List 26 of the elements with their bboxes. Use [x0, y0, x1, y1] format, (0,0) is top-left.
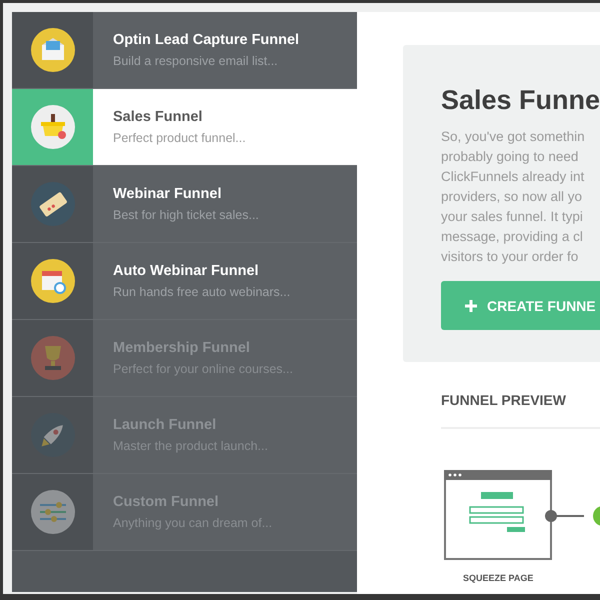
funnel-title: Sales Funnel: [113, 108, 204, 126]
sliders-icon: [30, 490, 74, 534]
rocket-icon: [30, 413, 74, 457]
step-label: SQUEEZE PAGE: [463, 573, 534, 583]
description: So, you've got somethin probably going to need ClickFunnels already int providers, so now all yo your sales funnel. It typi message, providing a cl visitors to your order fo: [441, 128, 586, 266]
funnel-title: Webinar Funnel: [113, 185, 222, 203]
funnel-title: Optin Lead Capture Funnel: [113, 31, 300, 49]
envelope-icon: [30, 28, 74, 72]
funnel-subtitle: Run hands free auto webinars...: [113, 284, 290, 301]
trophy-icon: [30, 336, 74, 380]
step-node: [593, 506, 600, 526]
connector-line: [545, 510, 584, 522]
funnel-title: Auto Webinar Funnel: [113, 262, 260, 280]
calendar-icon: [30, 259, 74, 303]
funnel-subtitle: Best for high ticket sales...: [113, 207, 259, 224]
funnel-item[interactable]: Optin Lead Capture Funnel Build a responsive email list...: [12, 12, 357, 89]
funnel-subtitle: Build a responsive email list...: [113, 53, 279, 70]
funnel-item[interactable]: Sales Funnel Perfect product funnel...: [12, 89, 357, 166]
ticket-icon: [30, 182, 74, 226]
funnel-item[interactable]: Auto Webinar Funnel Run hands free auto webinars...: [12, 243, 357, 320]
funnel-subtitle: Perfect product funnel...: [113, 130, 246, 147]
funnel-heading: Sales Funne: [441, 85, 600, 115]
basket-icon: [30, 105, 74, 149]
plus-icon: [465, 300, 477, 312]
funnel-item[interactable]: Webinar Funnel Best for high ticket sales...: [12, 166, 357, 243]
section-heading: FUNNEL PREVIEW: [441, 392, 600, 429]
